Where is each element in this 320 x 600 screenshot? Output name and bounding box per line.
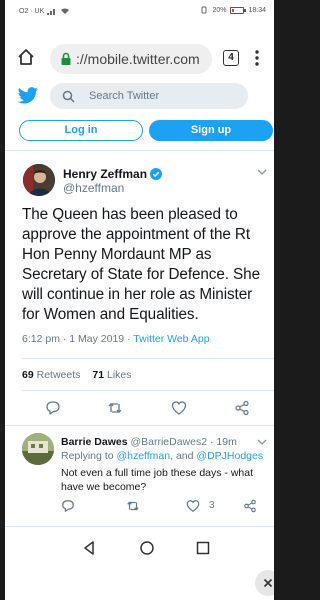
tweet-source-link[interactable]: Twitter Web App (133, 333, 209, 345)
share-icon[interactable] (234, 400, 250, 416)
signal-icon (47, 7, 57, 15)
phone-screen: O2 · UK 20% 18:34 ://mobile.twitter.com … (5, 0, 274, 600)
author-avatar[interactable] (23, 164, 55, 196)
close-overlay-button[interactable] (255, 570, 274, 596)
home-icon[interactable] (17, 48, 35, 66)
retweets-count: 69 (22, 369, 34, 381)
reply-text: Not even a full time job these days - wh… (61, 467, 254, 493)
likes-count: 71 (92, 369, 105, 381)
address-bar[interactable]: ://mobile.twitter.com (50, 44, 212, 74)
twitter-header (5, 80, 274, 112)
search-box[interactable] (50, 83, 248, 109)
more-vert-icon[interactable] (254, 49, 260, 67)
tab-switcher-button[interactable]: 4 (223, 50, 239, 66)
tweet-actions (5, 400, 274, 418)
likes-stat[interactable]: 71 Likes (92, 369, 131, 381)
battery-icon (230, 6, 247, 14)
home-circle-icon[interactable] (139, 540, 155, 556)
browser-toolbar: ://mobile.twitter.com 4 (5, 40, 274, 76)
battery-percent: 20% (212, 6, 227, 14)
author-name-text: Henry Zeffman (63, 167, 148, 181)
mention-link[interactable]: @hzeffman (116, 450, 170, 462)
clock: 18:34 (248, 6, 266, 14)
auth-buttons: Log in Sign up (5, 120, 274, 142)
reply-author-handle[interactable]: @BarrieDawes2 · 19m (130, 436, 236, 448)
author-handle[interactable]: @hzeffman (63, 181, 124, 195)
close-icon (263, 578, 273, 588)
divider (22, 358, 274, 359)
divider (5, 526, 274, 527)
verified-badge-icon (150, 168, 163, 180)
chevron-down-icon[interactable] (257, 168, 267, 176)
tweet-timestamp: 6:12 pm · 1 May 2019 · Twitter Web App (22, 333, 210, 345)
back-icon[interactable] (82, 540, 98, 556)
search-input[interactable] (89, 90, 229, 102)
twitter-bird-icon[interactable] (17, 87, 39, 105)
replying-to: Replying to @hzeffman, and @DPJHodges (61, 450, 263, 462)
reply-like-count: 3 (209, 500, 215, 511)
divider (5, 150, 274, 151)
search-icon (62, 90, 75, 103)
carrier-label: O2 · UK (19, 7, 45, 15)
login-button[interactable]: Log in (19, 120, 143, 141)
retweet-icon[interactable] (107, 400, 123, 416)
reply-reply-icon[interactable] (61, 499, 75, 513)
lock-icon (60, 52, 72, 66)
reply-header: Barrie Dawes @BarrieDawes2 · 19m (61, 436, 237, 448)
wifi-icon (60, 7, 70, 15)
reply-icon[interactable] (45, 400, 61, 416)
retweets-label: Retweets (36, 369, 81, 381)
like-icon[interactable] (171, 400, 187, 416)
reply-chevron-down-icon[interactable] (257, 438, 267, 446)
retweets-stat[interactable]: 69 Retweets (22, 369, 80, 381)
reply-author-name[interactable]: Barrie Dawes (61, 436, 128, 448)
divider (22, 390, 274, 391)
reply-share-icon[interactable] (243, 499, 257, 513)
reply-like-icon[interactable] (186, 499, 200, 513)
replying-join: , and (170, 450, 197, 462)
recents-icon[interactable] (195, 540, 211, 556)
timestamp-text: 6:12 pm · 1 May 2019 · (22, 333, 134, 345)
reply-actions: 3 (5, 499, 274, 515)
tweet-text: The Queen has been pleased to approve th… (22, 206, 260, 323)
vibrate-icon (200, 6, 208, 14)
tweet-stats: 69 Retweets 71 Likes (22, 369, 132, 381)
replying-prefix: Replying to (61, 450, 117, 462)
reply-retweet-icon[interactable] (126, 499, 140, 513)
likes-label: Likes (107, 369, 132, 381)
reply-author-avatar[interactable] (22, 433, 54, 465)
system-nav-bar (5, 532, 274, 566)
mention-link[interactable]: @DPJHodges (196, 450, 263, 462)
status-bar: O2 · UK 20% 18:34 (5, 0, 274, 22)
author-name[interactable]: Henry Zeffman (63, 167, 163, 181)
url-text: ://mobile.twitter.com (76, 51, 200, 67)
signup-button[interactable]: Sign up (149, 120, 273, 141)
divider (5, 425, 274, 426)
